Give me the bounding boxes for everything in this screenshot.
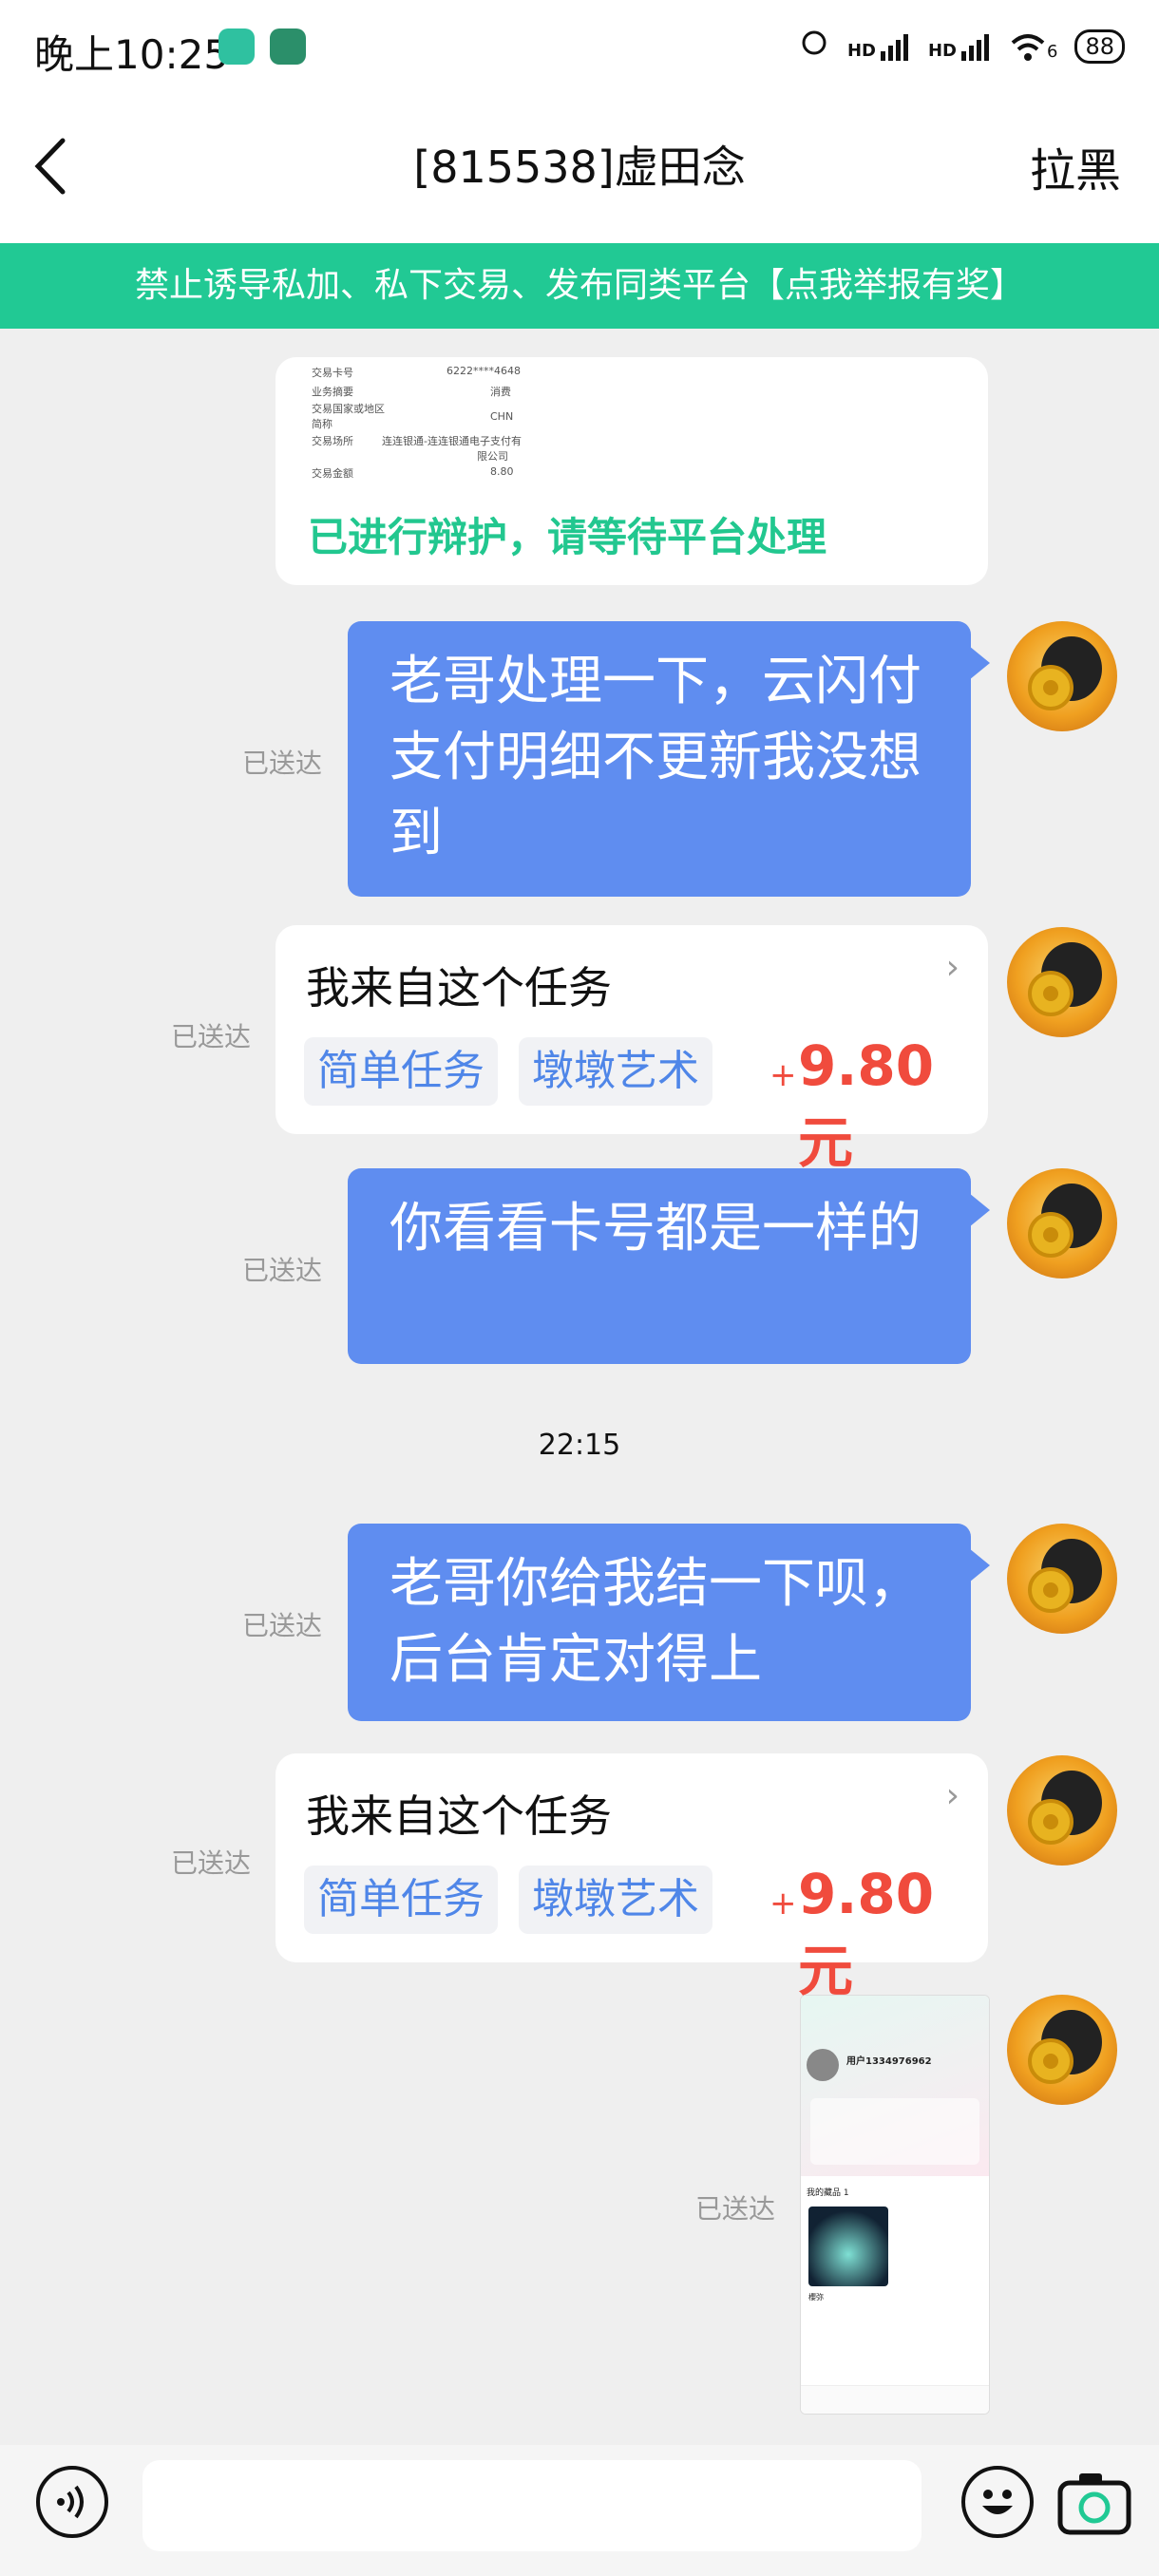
receipt-value: 6222****4648 <box>446 365 521 377</box>
chat-header: [815538]虚田念 拉黑 <box>0 95 1159 243</box>
task-card-title: 我来自这个任务 <box>306 1790 612 1842</box>
task-price: 9.80元 <box>798 1862 935 2003</box>
receipt-value: 8.80 <box>490 465 514 478</box>
thumb-item-name: 櫻弥 <box>808 2293 824 2301</box>
chevron-right-icon: › <box>945 948 960 987</box>
task-tag: 墩墩艺术 <box>519 1037 712 1106</box>
delivery-status: 已送达 <box>242 1610 323 1641</box>
receipt-label: 交易金额 <box>312 467 353 480</box>
chevron-right-icon: › <box>945 1776 960 1815</box>
delivery-status: 已送达 <box>695 2193 776 2225</box>
signal-icon-2: HD <box>928 32 992 61</box>
task-tag: 简单任务 <box>304 1037 498 1106</box>
receipt-value: 消费 <box>490 386 511 398</box>
delivery-status: 已送达 <box>171 1021 252 1052</box>
receipt-value: 连连银通-连连银通电子支付有 <box>382 435 522 447</box>
input-bar <box>0 2445 1159 2576</box>
block-button[interactable]: 拉黑 <box>1030 133 1121 199</box>
chat-messages[interactable]: 交易卡号 6222****4648 业务摘要 消费 交易国家或地区 CHN 简称… <box>0 329 1159 2445</box>
thumb-section: 我的藏品 1 <box>807 2188 849 2198</box>
delivery-status: 已送达 <box>171 1847 252 1879</box>
battery-indicator: 88 <box>1074 28 1125 64</box>
task-tag: 墩墩艺术 <box>519 1866 712 1934</box>
task-price: 9.80元 <box>798 1033 935 1175</box>
task-card-title: 我来自这个任务 <box>306 962 612 1013</box>
user-avatar[interactable] <box>1007 1995 1117 2105</box>
task-card[interactable]: 我来自这个任务 › 简单任务 墩墩艺术 + 9.80元 <box>276 1753 988 2003</box>
delivery-status: 已送达 <box>242 748 323 779</box>
message-bubble[interactable]: 你看看卡号都是一样的 <box>348 1168 990 1364</box>
sync-icon <box>798 27 830 66</box>
receipt-value: CHN <box>490 410 514 423</box>
thumb-avatar <box>807 2049 839 2081</box>
emoji-icon[interactable] <box>961 2466 1034 2538</box>
camera-icon[interactable] <box>1056 2468 1132 2538</box>
user-avatar[interactable] <box>1007 927 1117 1037</box>
chat-title: [815538]虚田念 <box>413 142 746 193</box>
thumb-username: 用户1334976962 <box>846 2056 932 2067</box>
thumb-bottom-nav <box>801 2385 989 2414</box>
price-plus: + <box>770 1056 797 1094</box>
task-card[interactable]: 我来自这个任务 › 简单任务 墩墩艺术 + 9.80元 <box>276 925 988 1175</box>
message-timestamp: 22:15 <box>538 1429 621 1462</box>
clock: 晚上10:25 <box>34 31 230 78</box>
app-notification-icon <box>218 28 255 65</box>
receipt-label: 简称 <box>312 418 332 430</box>
thumb-collectible-image <box>808 2207 888 2286</box>
user-avatar[interactable] <box>1007 621 1117 731</box>
receipt-image-card[interactable]: 交易卡号 6222****4648 业务摘要 消费 交易国家或地区 CHN 简称… <box>276 357 988 585</box>
report-banner[interactable]: 禁止诱导私加、私下交易、发布同类平台【点我举报有奖】 <box>0 243 1159 329</box>
price-plus: + <box>770 1885 797 1923</box>
status-bar: 晚上10:25 HD HD 6 88 <box>0 0 1159 95</box>
screenshot-thumbnail[interactable]: 用户1334976962 我的藏品 1 櫻弥 <box>800 1995 990 2415</box>
user-avatar[interactable] <box>1007 1755 1117 1866</box>
receipt-label: 交易卡号 <box>312 367 353 379</box>
thumb-menu-grid <box>810 2098 979 2165</box>
receipt-label: 交易场所 <box>312 435 353 447</box>
receipt-value: 限公司 <box>477 450 508 463</box>
receipt-label: 业务摘要 <box>312 386 353 398</box>
delivery-status: 已送达 <box>242 1255 323 1286</box>
user-avatar[interactable] <box>1007 1168 1117 1279</box>
signal-icon-1: HD <box>847 32 911 61</box>
wifi-icon: 6 <box>1009 31 1057 62</box>
voice-icon[interactable] <box>36 2466 108 2538</box>
status-icons: HD HD 6 88 <box>798 27 1125 66</box>
avatar-notification-icon <box>270 28 306 65</box>
message-bubble[interactable]: 老哥你给我结一下呗，后台肯定对得上 <box>348 1524 990 1721</box>
message-bubble[interactable]: 老哥处理一下，云闪付支付明细不更新我没想到 <box>348 621 990 897</box>
user-avatar[interactable] <box>1007 1524 1117 1634</box>
task-tag: 简单任务 <box>304 1866 498 1934</box>
defense-note: 已进行辩护，请等待平台处理 <box>308 514 827 560</box>
message-input[interactable] <box>142 2460 922 2551</box>
receipt-label: 交易国家或地区 <box>312 403 385 415</box>
